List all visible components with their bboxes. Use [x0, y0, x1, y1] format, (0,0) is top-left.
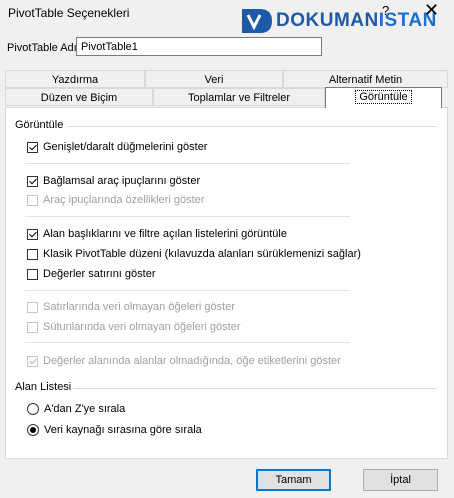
option-sort-data-source[interactable]: Veri kaynağı sırasına göre sırala [27, 423, 202, 437]
separator [25, 163, 350, 164]
checkbox[interactable] [27, 228, 38, 240]
option-label: Bağlamsal araç ipuçlarını göster [43, 175, 201, 187]
option-label: A'dan Z'ye sırala [44, 403, 126, 415]
checkbox [27, 301, 38, 313]
option-tooltip-properties: Araç ipuçlarında özellikleri göster [27, 193, 204, 207]
display-group-line [67, 126, 437, 127]
separator [25, 216, 350, 217]
cancel-button[interactable]: İptal [363, 469, 438, 491]
tab-duzen-ve-bicim[interactable]: Düzen ve Biçim [5, 88, 153, 106]
field-list-group-line [73, 388, 437, 389]
watermark-logo: DOKUMANISTAN [240, 4, 437, 38]
option-empty-rows: Satırlarında veri olmayan öğeleri göster [27, 300, 235, 314]
option-label: Klasik PivotTable düzeni (kılavuzda alan… [43, 248, 361, 260]
checkbox [27, 321, 38, 333]
ok-button[interactable]: Tamam [256, 469, 331, 491]
option-contextual-tooltips[interactable]: Bağlamsal araç ipuçlarını göster [27, 174, 200, 188]
separator [25, 342, 350, 343]
option-label: Araç ipuçlarında özellikleri göster [43, 194, 205, 206]
option-label: Alan başlıklarını ve filtre açılan liste… [43, 228, 287, 240]
separator [25, 290, 350, 291]
help-button[interactable]: ? [382, 3, 389, 18]
display-group-label: Görüntüle [15, 119, 64, 131]
checkbox[interactable] [27, 248, 38, 260]
pivottable-name-label: PivotTable Adı: [7, 42, 80, 54]
option-label: Değerler alanında alanlar olmadığında, ö… [43, 355, 341, 367]
window-title: PivotTable Seçenekleri [8, 6, 130, 20]
tab-alternatif-metin[interactable]: Alternatif Metin [283, 70, 448, 88]
pivottable-name-input[interactable]: PivotTable1 [76, 37, 322, 56]
watermark-mark-icon [240, 6, 274, 36]
option-classic-layout[interactable]: Klasik PivotTable düzeni (kılavuzda alan… [27, 247, 361, 261]
checkbox[interactable] [27, 175, 38, 187]
tab-toplamlar-ve-filtreler[interactable]: Toplamlar ve Filtreler [153, 88, 325, 106]
option-values-row[interactable]: Değerler satırını göster [27, 267, 156, 281]
tab-goruntule[interactable]: Görüntüle [325, 87, 442, 108]
option-label: Satırlarında veri olmayan öğeleri göster [43, 301, 235, 313]
checkbox[interactable] [27, 141, 38, 153]
option-empty-columns: Sütunlarında veri olmayan öğeleri göster [27, 320, 241, 334]
option-expand-collapse[interactable]: Genişlet/daralt düğmelerini göster [27, 140, 207, 154]
radio-button[interactable] [27, 424, 39, 436]
tab-veri[interactable]: Veri [145, 70, 283, 88]
checkbox[interactable] [27, 268, 38, 280]
radio-button[interactable] [27, 403, 39, 415]
option-item-labels: Değerler alanında alanlar olmadığında, ö… [27, 354, 341, 368]
option-field-captions[interactable]: Alan başlıklarını ve filtre açılan liste… [27, 227, 287, 241]
close-button[interactable]: ✕ [424, 1, 439, 19]
option-label: Sütunlarında veri olmayan öğeleri göster [43, 321, 241, 333]
watermark-text: DOKUMANISTAN [276, 10, 437, 31]
option-sort-a-z[interactable]: A'dan Z'ye sırala [27, 402, 125, 416]
checkbox [27, 194, 38, 206]
tab-yazdirma[interactable]: Yazdırma [5, 70, 145, 88]
field-list-group-label: Alan Listesi [15, 381, 72, 393]
option-label: Veri kaynağı sırasına göre sırala [44, 424, 202, 436]
option-label: Değerler satırını göster [43, 268, 156, 280]
option-label: Genişlet/daralt düğmelerini göster [43, 141, 208, 153]
checkbox [27, 355, 38, 367]
